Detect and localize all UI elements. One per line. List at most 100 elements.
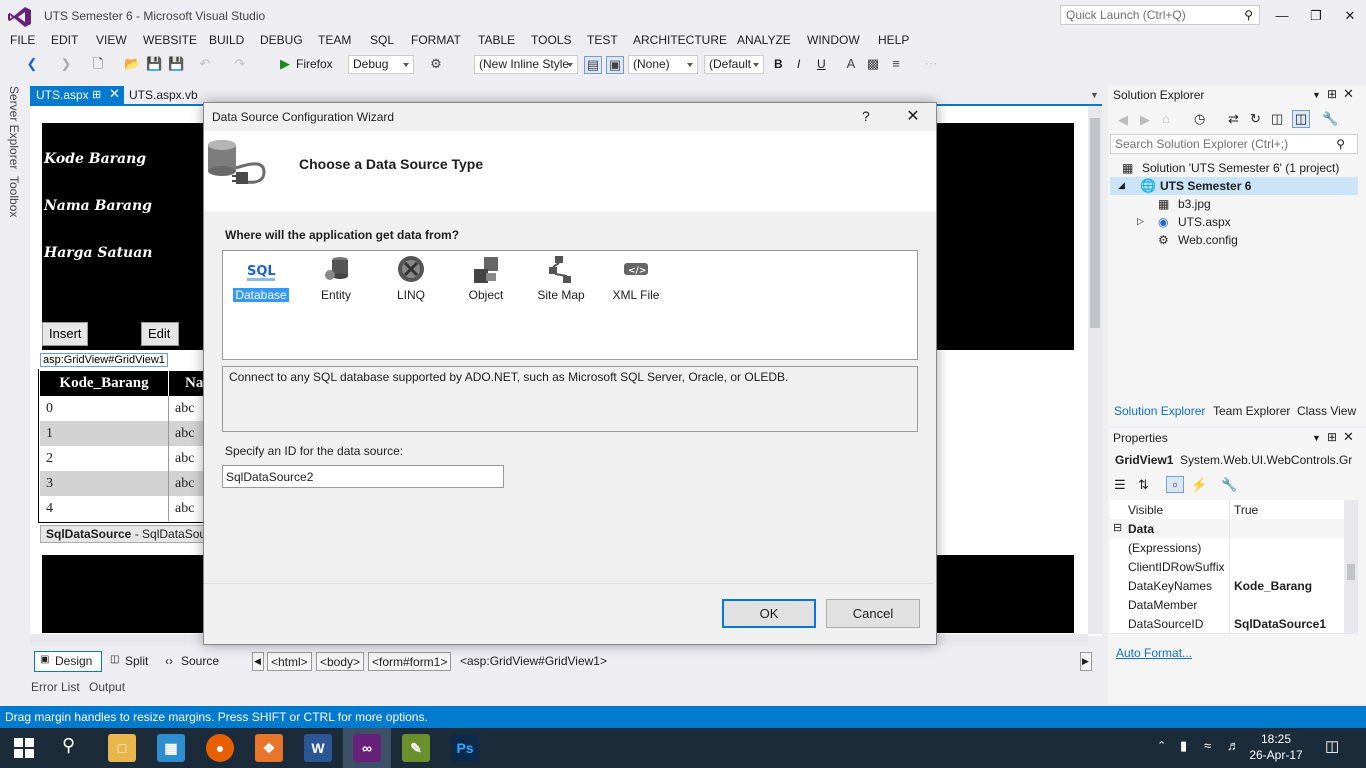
- bullets-icon[interactable]: ⋯: [923, 56, 939, 72]
- menu-table[interactable]: TABLE: [478, 33, 515, 47]
- tab-list-dropdown-icon[interactable]: ▼: [1090, 90, 1099, 100]
- sqldatasource-control[interactable]: SqlDataSource - SqlDataSour: [40, 525, 204, 543]
- save-icon[interactable]: 💾: [146, 56, 162, 72]
- tree-project[interactable]: UTS Semester 6: [1160, 179, 1251, 193]
- property-row-visible[interactable]: Visible True: [1110, 500, 1344, 520]
- menu-analyze[interactable]: ANALYZE: [737, 33, 791, 47]
- menu-website[interactable]: WEBSITE: [143, 33, 197, 47]
- properties-object-name[interactable]: GridView1: [1115, 453, 1173, 467]
- ok-button[interactable]: OK: [722, 599, 816, 628]
- table-row[interactable]: 0 abc: [40, 396, 204, 421]
- notifications-icon[interactable]: ◫: [1325, 737, 1339, 755]
- start-debug-icon[interactable]: ▶: [277, 56, 293, 72]
- ds-type-xml[interactable]: </> XML File: [601, 255, 671, 307]
- menu-file[interactable]: FILE: [10, 33, 35, 47]
- restore-button[interactable]: ❐: [1302, 6, 1330, 26]
- tab-uts-aspx-vb[interactable]: UTS.aspx.vb: [129, 88, 198, 102]
- table-row[interactable]: 4 abc: [40, 496, 204, 521]
- collapsed-arrow-icon[interactable]: ▷: [1137, 216, 1144, 227]
- word-icon[interactable]: W: [304, 734, 332, 762]
- style-combo[interactable]: (New Inline Style: [474, 55, 578, 74]
- table-row[interactable]: 1 abc: [40, 421, 204, 446]
- ds-type-database[interactable]: SQL Database: [226, 255, 296, 307]
- solution-search-input[interactable]: Search Solution Explorer (Ctrl+;) ⚲: [1110, 134, 1358, 154]
- data-source-id-input[interactable]: [222, 465, 504, 488]
- menu-build[interactable]: BUILD: [209, 33, 244, 47]
- font-combo[interactable]: (Default: [704, 55, 764, 74]
- style-application-icon[interactable]: ▣: [606, 56, 624, 74]
- design-vertical-scroll-thumb[interactable]: [1090, 118, 1100, 328]
- table-row[interactable]: 3 abc: [40, 471, 204, 496]
- properties-scroll-thumb[interactable]: [1347, 564, 1355, 580]
- toolbox-tab[interactable]: Toolbox: [7, 176, 21, 217]
- volume-icon[interactable]: ♬: [1227, 738, 1240, 753]
- save-all-icon[interactable]: 💾: [168, 56, 184, 72]
- forward-icon[interactable]: ❯: [58, 56, 74, 72]
- back-icon[interactable]: ❮: [24, 56, 40, 72]
- property-row-expressions[interactable]: (Expressions): [1110, 538, 1344, 558]
- solution-explorer-tab[interactable]: Solution Explorer: [1114, 404, 1205, 418]
- attach-icon[interactable]: ⚙: [428, 56, 444, 72]
- bold-button[interactable]: B: [774, 57, 783, 71]
- configuration-combo[interactable]: Debug: [348, 55, 414, 74]
- menu-tools[interactable]: TOOLS: [531, 33, 571, 47]
- file-explorer-icon[interactable]: □: [108, 734, 136, 762]
- properties-wrench-icon[interactable]: 🔧: [1322, 111, 1338, 127]
- server-explorer-tab[interactable]: Server Explorer: [7, 86, 21, 169]
- pin-icon[interactable]: ⊞: [1327, 87, 1337, 101]
- battery-icon[interactable]: ▮: [1180, 738, 1187, 754]
- edit-button[interactable]: Edit: [141, 322, 179, 346]
- target-rule-icon[interactable]: ▤: [584, 56, 602, 74]
- tree-file-b3[interactable]: b3.jpg: [1178, 197, 1211, 211]
- crumb-scroll-right-icon[interactable]: ▶: [1080, 652, 1092, 671]
- collapse-all-icon[interactable]: ◫: [1271, 111, 1283, 127]
- clock-date[interactable]: 26-Apr-17: [1244, 748, 1308, 762]
- tree-file-uts-aspx[interactable]: UTS.aspx: [1178, 215, 1231, 229]
- paint-tool-icon[interactable]: ✎: [402, 734, 430, 762]
- target-combo[interactable]: (None): [628, 55, 698, 74]
- property-category-data[interactable]: ⊟ Data: [1110, 519, 1344, 539]
- dialog-close-icon[interactable]: ✕: [904, 106, 922, 126]
- source-view-button[interactable]: Source: [181, 654, 219, 668]
- store-icon[interactable]: ▦: [157, 734, 185, 762]
- auto-format-link[interactable]: Auto Format...: [1116, 646, 1192, 660]
- home-icon[interactable]: ⌂: [1162, 111, 1170, 126]
- tree-file-web-config[interactable]: Web.config: [1178, 233, 1238, 247]
- menu-edit[interactable]: EDIT: [51, 33, 78, 47]
- minimize-button[interactable]: —: [1268, 6, 1296, 26]
- team-explorer-tab[interactable]: Team Explorer: [1213, 404, 1290, 418]
- refresh-icon[interactable]: ↻: [1250, 111, 1261, 127]
- menu-format[interactable]: FORMAT: [411, 33, 461, 47]
- ds-type-entity[interactable]: Entity: [301, 255, 371, 307]
- gridview-tag[interactable]: asp:GridView#GridView1: [40, 353, 168, 367]
- open-file-icon[interactable]: 📂: [124, 56, 140, 72]
- property-row-clientidrowsuffix[interactable]: ClientIDRowSuffix: [1110, 557, 1344, 577]
- collapse-category-icon[interactable]: ⊟: [1113, 521, 1122, 534]
- property-pages-icon[interactable]: 🔧: [1221, 477, 1237, 493]
- show-all-files-icon[interactable]: ◫: [1292, 110, 1310, 128]
- close-window-button[interactable]: ✕: [1336, 6, 1364, 26]
- menu-sql[interactable]: SQL: [370, 33, 394, 47]
- quick-launch-input[interactable]: Quick Launch (Ctrl+Q) ⚲: [1060, 5, 1260, 25]
- ds-type-linq[interactable]: LINQ: [376, 255, 446, 307]
- photoshop-icon[interactable]: Ps: [451, 734, 479, 762]
- insert-button[interactable]: Insert: [42, 322, 88, 346]
- se-forward-icon[interactable]: ▶: [1140, 112, 1150, 128]
- se-back-icon[interactable]: ◀: [1118, 112, 1128, 128]
- underline-button[interactable]: U: [817, 57, 826, 71]
- crumb-current[interactable]: <asp:GridView#GridView1>: [460, 654, 607, 668]
- properties-view-icon[interactable]: ▫: [1166, 476, 1184, 493]
- font-color-icon[interactable]: A: [843, 56, 859, 72]
- pending-changes-icon[interactable]: ⇄: [1228, 111, 1239, 127]
- search-icon[interactable]: ⚲: [62, 735, 75, 756]
- split-view-button[interactable]: Split: [125, 654, 148, 668]
- panel-options-icon[interactable]: ▼: [1312, 433, 1321, 443]
- crumb-body[interactable]: <body>: [316, 652, 365, 671]
- redo-icon[interactable]: ↷: [232, 56, 248, 72]
- output-tab[interactable]: Output: [89, 680, 125, 694]
- crumb-scroll-left-icon[interactable]: ◀: [252, 652, 264, 671]
- pin-icon[interactable]: ⊞: [92, 88, 101, 101]
- property-column-divider[interactable]: [1229, 500, 1230, 634]
- tray-expand-icon[interactable]: ⌃: [1157, 739, 1166, 752]
- menu-team[interactable]: TEAM: [318, 33, 351, 47]
